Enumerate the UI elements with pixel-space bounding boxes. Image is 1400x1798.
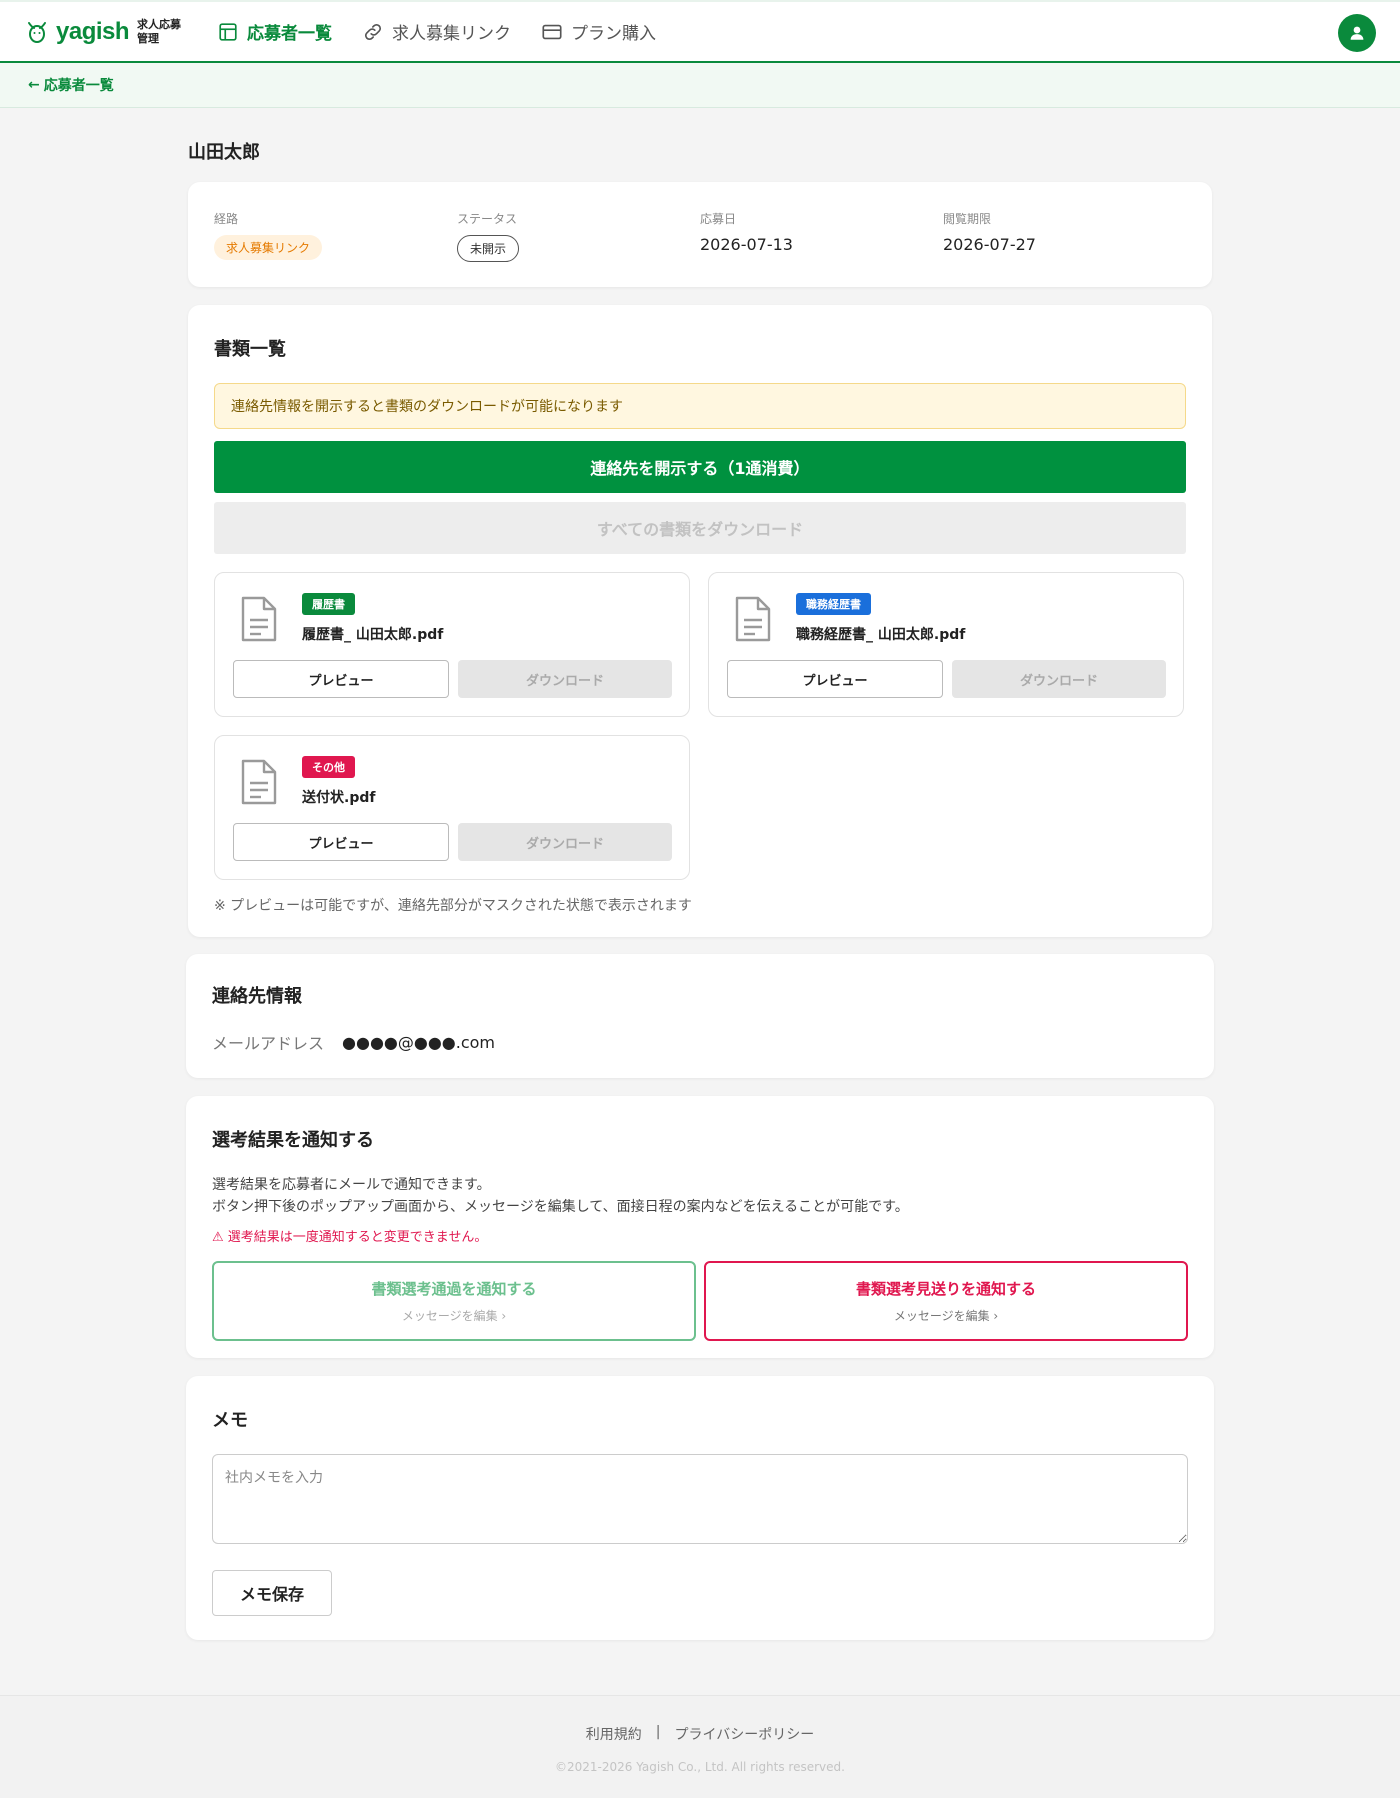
result-warning: ⚠ 選考結果は一度通知すると変更できません。	[212, 1230, 488, 1245]
contact-info-card: 連絡先情報 メールアドレス ●●●●@●●●.com	[186, 954, 1214, 1078]
route-badge: 求人募集リンク	[214, 235, 323, 260]
contact-title: 連絡先情報	[212, 986, 302, 1007]
preview-button[interactable]: プレビュー	[233, 660, 449, 698]
result-description-line: 選考結果を応募者にメールで通知できます。	[212, 1177, 491, 1193]
logo-subtitle: 求人応募 管理	[137, 18, 181, 46]
memo-card: メモ メモ保存	[186, 1376, 1214, 1640]
document-filename: 職務経歴書_ 山田太郎.pdf	[796, 627, 966, 643]
preview-button[interactable]: プレビュー	[233, 823, 449, 861]
credit-card-icon	[542, 24, 562, 39]
notify-pass-label: 書類選考通過を通知する	[371, 1280, 537, 1298]
nav-item-label: 求人募集リンク	[392, 24, 512, 44]
download-button[interactable]: ダウンロード	[458, 823, 672, 861]
result-title: 選考結果を通知する	[212, 1130, 374, 1151]
meta-route: 経路 求人募集リンク	[214, 210, 457, 260]
documents-title: 書類一覧	[214, 339, 286, 360]
meta-view-deadline: 閲覧期限 2026-07-27	[943, 210, 1186, 259]
meta-label: 応募日	[700, 212, 737, 226]
privacy-policy-link[interactable]: プライバシーポリシー	[674, 1724, 814, 1744]
memo-textarea[interactable]	[212, 1454, 1188, 1544]
selection-result-card: 選考結果を通知する 選考結果を応募者にメールで通知できます。 ボタン押下後のポッ…	[186, 1096, 1214, 1358]
applied-date-value: 2026-07-13	[700, 235, 793, 254]
nav-item-applicants[interactable]: 応募者一覧	[217, 19, 332, 44]
preview-button[interactable]: プレビュー	[727, 660, 943, 698]
meta-label: 閲覧期限	[943, 212, 992, 226]
file-icon	[241, 759, 277, 805]
file-icon	[241, 596, 277, 642]
email-row: メールアドレス ●●●●@●●●.com	[212, 1030, 1188, 1054]
arrow-left-icon: ←	[28, 77, 40, 93]
notify-pass-button[interactable]: 書類選考通過を通知する メッセージを編集 ›	[212, 1261, 696, 1341]
applicant-meta-card: 経路 求人募集リンク ステータス 未開示 応募日 2026-07-13 閲覧期限…	[188, 182, 1212, 287]
result-buttons: 書類選考通過を通知する メッセージを編集 › 書類選考見送りを通知する メッセー…	[212, 1261, 1188, 1341]
user-icon	[1350, 26, 1364, 40]
nav-item-label: 応募者一覧	[247, 24, 333, 44]
download-button[interactable]: ダウンロード	[952, 660, 1166, 698]
main-nav: 応募者一覧 求人募集リンク プラン購入	[217, 19, 656, 44]
app-logo[interactable]: yagish 求人応募 管理	[26, 18, 181, 46]
link-icon	[364, 23, 382, 40]
result-description-line: ボタン押下後のポップアップ画面から、メッセージを編集して、面接日程の案内などを伝…	[212, 1199, 909, 1215]
document-type-tag: 職務経歴書	[796, 593, 871, 615]
nav-item-job-links[interactable]: 求人募集リンク	[362, 19, 511, 44]
page-footer: 利用規約 | プライバシーポリシー ©2021-2026 Yagish Co.,…	[0, 1695, 1400, 1798]
download-all-button[interactable]: すべての書類をダウンロード	[214, 502, 1186, 554]
result-description: 選考結果を応募者にメールで通知できます。 ボタン押下後のポップアップ画面から、メ…	[212, 1174, 1188, 1218]
email-value-masked: ●●●●@●●●.com	[342, 1032, 495, 1052]
status-badge: 未開示	[457, 235, 520, 262]
footer-links: 利用規約 | プライバシーポリシー	[0, 1724, 1400, 1744]
document-filename: 履歴書_ 山田太郎.pdf	[302, 627, 444, 643]
meta-status: ステータス 未開示	[457, 210, 700, 262]
download-button[interactable]: ダウンロード	[458, 660, 672, 698]
meta-label: ステータス	[457, 212, 518, 226]
goat-logo-icon	[26, 20, 48, 44]
applicant-name: 山田太郎	[188, 142, 260, 163]
meta-label: 経路	[214, 212, 239, 226]
nav-item-label: プラン購入	[571, 24, 657, 44]
document-item-cover-letter: その他 送付状.pdf プレビュー ダウンロード	[214, 735, 690, 880]
document-type-tag: その他	[302, 756, 355, 778]
notify-reject-label: 書類選考見送りを通知する	[855, 1280, 1036, 1298]
edit-message-label: メッセージを編集 ›	[401, 1309, 507, 1323]
document-filename: 送付状.pdf	[302, 790, 376, 806]
logo-wordmark: yagish	[56, 17, 130, 45]
file-icon	[735, 596, 771, 642]
view-deadline-value: 2026-07-27	[943, 235, 1036, 254]
reveal-contact-button[interactable]: 連絡先を開示する（1通消費）	[214, 441, 1186, 493]
document-item-work-history: 職務経歴書 職務経歴書_ 山田太郎.pdf プレビュー ダウンロード	[708, 572, 1184, 717]
edit-message-label: メッセージを編集 ›	[893, 1309, 999, 1323]
notify-reject-button[interactable]: 書類選考見送りを通知する メッセージを編集 ›	[704, 1261, 1188, 1341]
document-list: 履歴書 履歴書_ 山田太郎.pdf プレビュー ダウンロード 職務経歴書 職務経…	[214, 572, 1186, 882]
back-link-label: 応募者一覧	[43, 78, 114, 94]
preview-footnote: ※ プレビューは可能ですが、連絡先部分がマスクされた状態で表示されます	[214, 898, 692, 914]
memo-title: メモ	[212, 1410, 248, 1431]
meta-applied-date: 応募日 2026-07-13	[700, 210, 943, 259]
download-notice: 連絡先情報を開示すると書類のダウンロードが可能になります	[214, 383, 1186, 429]
logo-subtitle-line2: 管理	[137, 31, 160, 45]
memo-save-button[interactable]: メモ保存	[212, 1570, 332, 1616]
terms-link[interactable]: 利用規約	[586, 1724, 642, 1744]
document-type-tag: 履歴書	[302, 593, 355, 615]
document-item-resume: 履歴書 履歴書_ 山田太郎.pdf プレビュー ダウンロード	[214, 572, 690, 717]
footer-separator: |	[655, 1724, 661, 1740]
documents-card: 書類一覧 連絡先情報を開示すると書類のダウンロードが可能になります 連絡先を開示…	[188, 305, 1212, 937]
copyright: ©2021-2026 Yagish Co., Ltd. All rights r…	[555, 1760, 845, 1774]
user-avatar-button[interactable]	[1338, 14, 1376, 52]
nav-item-plan-purchase[interactable]: プラン購入	[541, 19, 656, 44]
logo-subtitle-line1: 求人応募	[137, 17, 182, 31]
table-icon	[219, 22, 237, 41]
top-navigation-bar: yagish 求人応募 管理 応募者一覧 求人募集リンク プラン購入	[0, 0, 1400, 63]
email-label: メールアドレス	[212, 1034, 325, 1053]
back-to-applicants-link[interactable]: ← 応募者一覧	[28, 75, 114, 95]
breadcrumb-bar: ← 応募者一覧	[0, 63, 1400, 108]
